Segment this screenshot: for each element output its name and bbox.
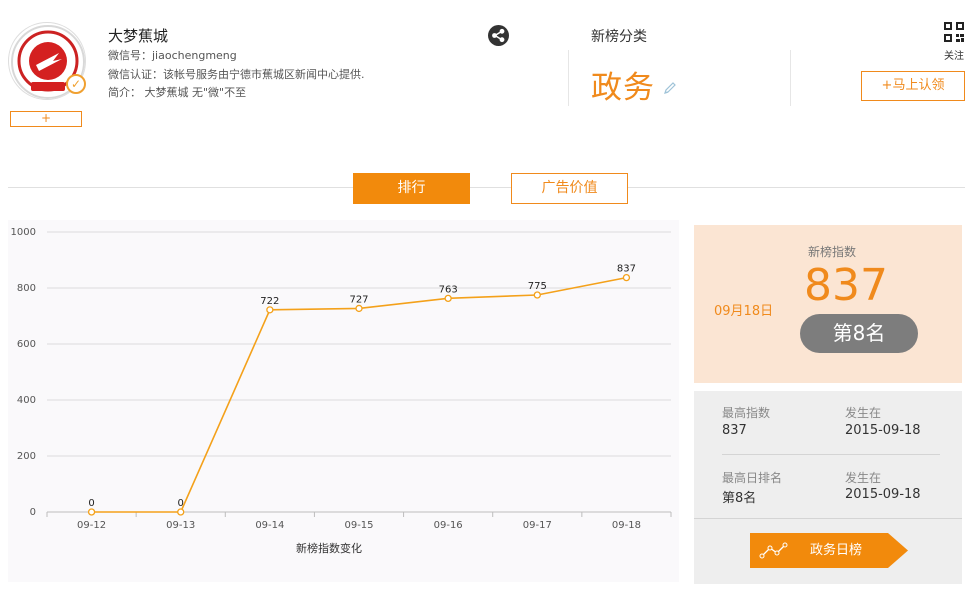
claim-button[interactable]: +马上认领 xyxy=(861,71,965,101)
chart-canvas: 0 200 400 600 800 1000 09-12 09-13 09-14 09-15 09-… xyxy=(8,220,679,582)
follow-button[interactable]: + xyxy=(10,111,82,127)
stats-divider xyxy=(722,454,940,455)
stats-divider xyxy=(694,518,962,519)
x-axis-title: 新榜指数变化 xyxy=(296,541,362,555)
index-label: 新榜指数 xyxy=(808,245,857,259)
max-rank-when-label: 发生在 xyxy=(845,471,882,485)
stats-panel: 最高指数 837 发生在 2015-09-18 最高日排名 第8名 发生在 20… xyxy=(694,391,962,584)
max-index-label: 最高指数 xyxy=(722,406,771,420)
data-point xyxy=(622,273,631,282)
y-tick-label: 0 xyxy=(30,507,36,518)
x-tick-label: 09-14 xyxy=(255,520,284,531)
max-rank-value: 第8名 xyxy=(722,491,757,506)
x-tick-label: 09-17 xyxy=(523,520,552,531)
data-point xyxy=(87,508,96,516)
x-tick-label: 09-13 xyxy=(166,520,195,531)
index-value: 837 xyxy=(804,260,888,311)
daily-button-label: 政务日榜 xyxy=(810,543,863,558)
category-value: 政务 xyxy=(591,70,655,106)
x-tick-label: 09-15 xyxy=(344,520,373,531)
data-label: 775 xyxy=(528,281,547,292)
daily-ranking-button[interactable]: 政务日榜 xyxy=(750,533,910,568)
index-date: 09月18日 xyxy=(714,304,774,319)
x-tick-label: 09-18 xyxy=(612,520,641,531)
max-index-value: 837 xyxy=(722,423,747,438)
data-point xyxy=(177,508,185,516)
max-index-when-label: 发生在 xyxy=(845,406,882,420)
x-tick-label: 09-16 xyxy=(434,520,463,531)
tab-ad-value[interactable]: 广告价值 xyxy=(511,173,628,204)
index-trend-chart: 0 200 400 600 800 1000 09-12 09-13 09-14 09-15 09-… xyxy=(0,220,682,588)
max-rank-date: 2015-09-18 xyxy=(845,487,921,502)
header-divider xyxy=(790,50,791,106)
data-label: 722 xyxy=(260,296,279,307)
verified-check-icon: ✓ xyxy=(66,74,86,94)
rank-badge: 第8名 xyxy=(800,314,918,353)
y-tick-label: 400 xyxy=(17,395,36,406)
account-intro: 简介： 大梦蕉城 无"微"不至 xyxy=(108,86,247,99)
category-title: 新榜分类 xyxy=(591,29,647,45)
data-label: 0 xyxy=(178,498,184,509)
tab-divider-line xyxy=(8,187,965,188)
edit-pencil-icon[interactable] xyxy=(663,80,677,94)
x-tick-label: 09-12 xyxy=(77,520,106,531)
data-point xyxy=(444,294,452,303)
y-tick-label: 1000 xyxy=(11,227,36,238)
data-point xyxy=(355,304,363,313)
tab-ranking[interactable]: 排行 xyxy=(353,173,470,204)
data-label: 0 xyxy=(88,498,94,509)
index-panel: 09月18日 新榜指数 837 第8名 xyxy=(694,225,962,383)
y-tick-label: 600 xyxy=(17,339,36,350)
y-tick-label: 200 xyxy=(17,451,36,462)
data-point xyxy=(266,306,274,314)
account-name: 大梦蕉城 xyxy=(108,27,169,45)
data-label: 727 xyxy=(349,294,368,305)
qr-follow-label: 关注 xyxy=(944,51,964,62)
data-label: 837 xyxy=(617,264,636,275)
max-index-date: 2015-09-18 xyxy=(845,423,921,438)
share-icon[interactable] xyxy=(488,25,509,46)
account-certification: 微信认证：该帐号服务由宁德市蕉城区新闻中心提供. xyxy=(108,68,365,81)
max-rank-label: 最高日排名 xyxy=(722,471,783,485)
y-tick-label: 800 xyxy=(17,283,36,294)
qr-code-icon[interactable] xyxy=(944,22,964,42)
header-divider xyxy=(568,50,569,106)
data-label: 763 xyxy=(439,284,458,295)
account-wechat-id: 微信号：jiaochengmeng xyxy=(108,49,237,62)
data-point xyxy=(533,291,541,299)
